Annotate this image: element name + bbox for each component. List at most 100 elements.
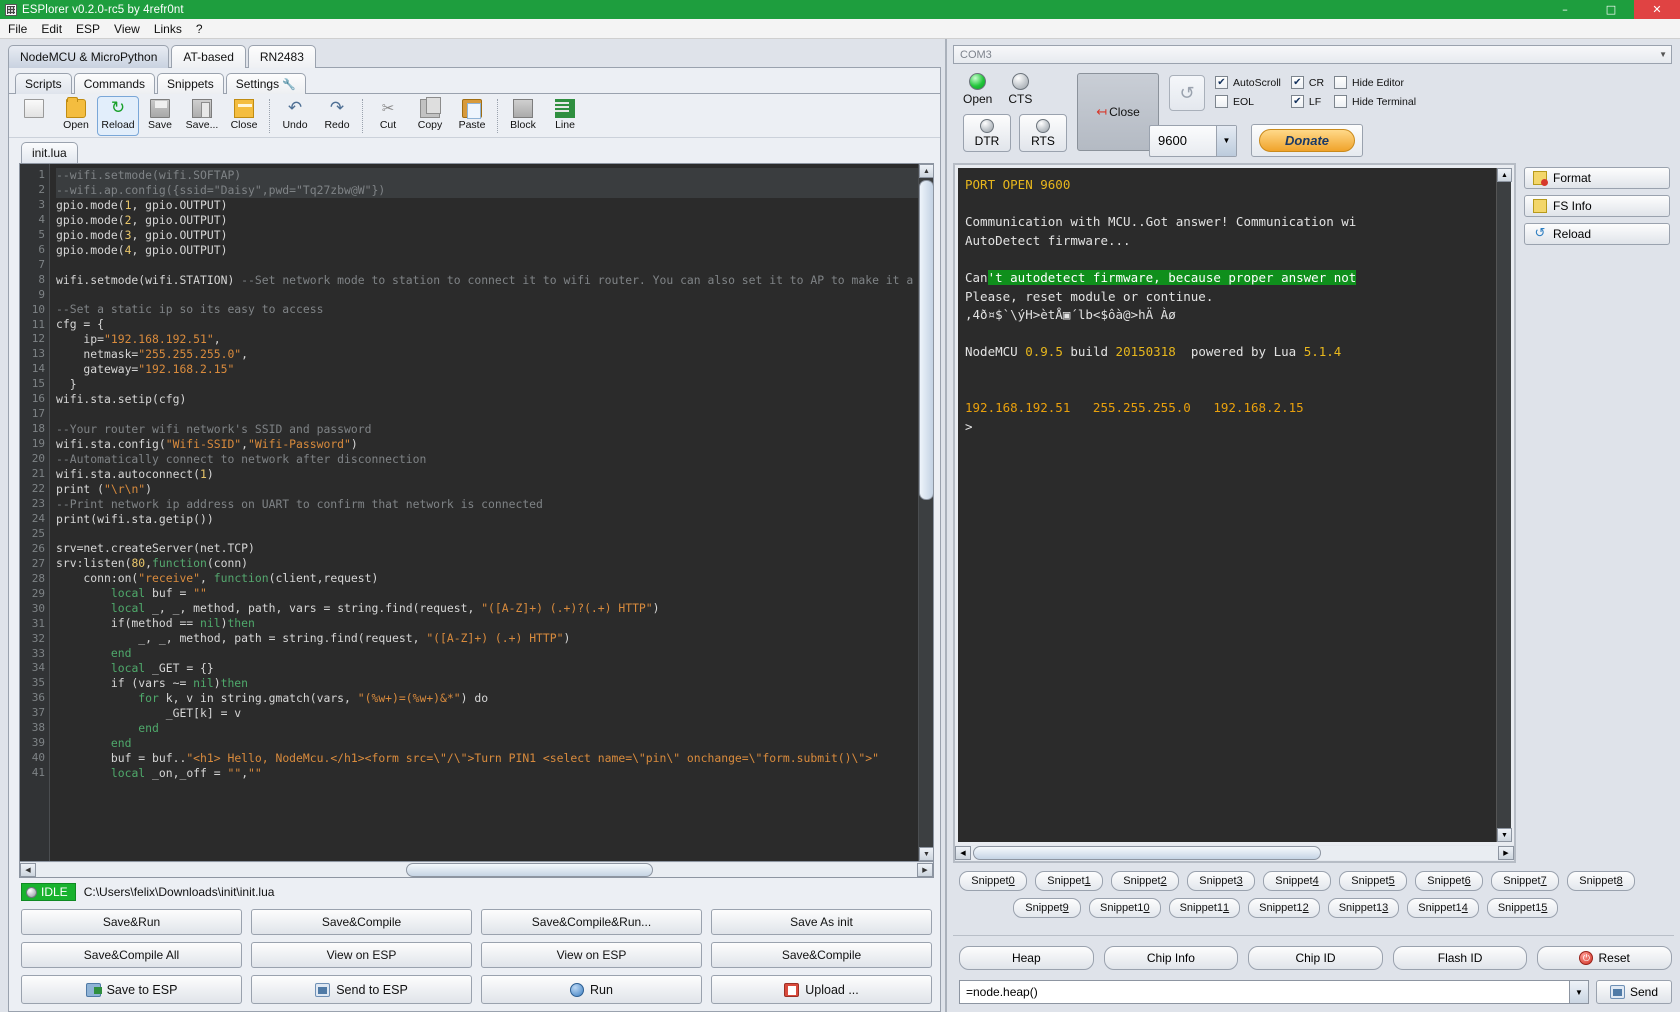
snippet-button[interactable]: Snippet 4	[1263, 871, 1331, 891]
rts-button[interactable]: RTS	[1019, 114, 1067, 152]
donate-button[interactable]: Donate	[1251, 124, 1363, 157]
snippet-button[interactable]: Snippet1 2	[1248, 898, 1320, 918]
hide-editor-checkbox[interactable]	[1334, 76, 1348, 89]
code-line[interactable]: }	[56, 377, 933, 392]
code-line[interactable]: gpio.mode(2, gpio.OUTPUT)	[56, 213, 933, 228]
flash-id-button[interactable]: Flash ID	[1392, 946, 1528, 970]
view-on-esp-button-2[interactable]: View on ESP	[481, 942, 702, 968]
tab-settings[interactable]: Settings 🔧	[225, 73, 306, 94]
eol-checkbox[interactable]	[1215, 95, 1228, 108]
terminal-scroll-left-icon[interactable]: ◀	[955, 846, 971, 860]
code-line[interactable]: gpio.mode(1, gpio.OUTPUT)	[56, 198, 933, 213]
code-line[interactable]: end	[56, 736, 933, 751]
lf-checkbox[interactable]	[1290, 95, 1304, 108]
code-line[interactable]: netmask="255.255.255.0",	[56, 347, 933, 362]
scroll-left-icon[interactable]: ◀	[20, 862, 36, 877]
save-compile-button-2[interactable]: Save&Compile	[711, 942, 932, 968]
code-line[interactable]: wifi.sta.config("Wifi-SSID","Wifi-Passwo…	[56, 437, 933, 452]
code-line[interactable]: srv=net.createServer(net.TCP)	[56, 541, 933, 556]
code-line[interactable]: --Print network ip address on UART to co…	[56, 497, 933, 512]
code-line[interactable]: gpio.mode(4, gpio.OUTPUT)	[56, 243, 933, 258]
reset-button[interactable]: ⏻ Reset	[1537, 946, 1672, 970]
save-as-init-button[interactable]: Save As init	[711, 909, 932, 935]
code-line[interactable]: conn:on("receive", function(client,reque…	[56, 571, 933, 586]
code-line[interactable]: _GET[k] = v	[56, 706, 933, 721]
hide-terminal-option[interactable]: Hide Terminal	[1334, 95, 1416, 108]
close-button[interactable]: ✕	[1634, 0, 1680, 19]
heap-button[interactable]: Heap	[959, 946, 1094, 970]
code-line[interactable]: if (vars ~= nil)then	[56, 676, 933, 691]
autoscroll-checkbox[interactable]	[1215, 76, 1228, 89]
snippet-button[interactable]: Snippet 0	[959, 871, 1027, 891]
maximize-button[interactable]: □	[1588, 0, 1634, 19]
tab-snippets[interactable]: Snippets	[157, 73, 224, 94]
terminal-vertical-scrollbar[interactable]: ▲ ▼	[1496, 168, 1512, 842]
code-line[interactable]: gpio.mode(3, gpio.OUTPUT)	[56, 228, 933, 243]
open-button[interactable]: Open	[55, 96, 97, 136]
cr-checkbox[interactable]	[1290, 76, 1304, 89]
save-as-button[interactable]: Save...	[181, 96, 223, 136]
snippet-button[interactable]: Snippet1 4	[1407, 898, 1479, 918]
code-line[interactable]: --Automatically connect to network after…	[56, 452, 933, 467]
snippet-button[interactable]: Snippet1 3	[1327, 898, 1400, 918]
snippet-button[interactable]: Snippet1 1	[1168, 898, 1241, 918]
snippet-button[interactable]: Snippet1 5	[1486, 898, 1559, 918]
copy-button[interactable]: Copy	[409, 96, 451, 136]
command-input[interactable]: =node.heap() ▼	[959, 980, 1589, 1004]
terminal-box[interactable]: PORT OPEN 9600 Communication with MCU..G…	[953, 163, 1516, 863]
baud-chevron-down-icon[interactable]: ▼	[1216, 125, 1236, 156]
view-on-esp-button-1[interactable]: View on ESP	[251, 942, 472, 968]
new-document-button[interactable]	[13, 96, 55, 136]
refresh-ports-button[interactable]: ↺	[1169, 75, 1205, 111]
dtr-button[interactable]: DTR	[963, 114, 1011, 152]
code-line[interactable]: _, _, method, path = string.find(request…	[56, 631, 933, 646]
scroll-up-icon[interactable]: ▲	[919, 164, 933, 178]
tab-commands[interactable]: Commands	[73, 73, 156, 94]
scroll-right-icon[interactable]: ▶	[917, 862, 933, 877]
code-line[interactable]: end	[56, 646, 933, 661]
code-line[interactable]: local _on,_off = "",""	[56, 766, 933, 781]
editor-hscroll-track[interactable]	[36, 862, 917, 877]
save-compile-all-button[interactable]: Save&Compile All	[21, 942, 242, 968]
code-line[interactable]: --Your router wifi network's SSID and pa…	[56, 422, 933, 437]
code-line[interactable]: for k, v in string.gmatch(vars, "(%w+)=(…	[56, 691, 933, 706]
snippet-button[interactable]: Snippet 3	[1187, 871, 1255, 891]
send-to-esp-button[interactable]: Send to ESP	[251, 975, 472, 1004]
menu-item-links[interactable]: Links	[154, 22, 182, 36]
terminal-output[interactable]: PORT OPEN 9600 Communication with MCU..G…	[958, 168, 1496, 842]
menu-item-help[interactable]: ?	[196, 22, 203, 36]
code-line[interactable]	[56, 288, 933, 303]
code-line[interactable]: local _, _, method, path, vars = string.…	[56, 601, 933, 616]
code-line[interactable]	[56, 407, 933, 422]
redo-button[interactable]: ↷ Redo	[316, 96, 358, 136]
file-tab-init-lua[interactable]: init.lua	[21, 142, 78, 163]
cr-option[interactable]: CR	[1290, 76, 1324, 89]
code-line[interactable]: end	[56, 721, 933, 736]
code-line[interactable]: local _GET = {}	[56, 661, 933, 676]
save-and-run-button[interactable]: Save&Run	[21, 909, 242, 935]
terminal-inner[interactable]: PORT OPEN 9600 Communication with MCU..G…	[958, 168, 1512, 842]
run-button[interactable]: Run	[481, 975, 702, 1004]
editor-vscroll-thumb[interactable]	[919, 180, 933, 500]
format-button[interactable]: Format	[1524, 167, 1670, 189]
hide-editor-option[interactable]: Hide Editor	[1334, 76, 1416, 89]
code-line[interactable]: --wifi.ap.config({ssid="Daisy",pwd="Tq27…	[56, 182, 933, 198]
tab-nodemcu-micropython[interactable]: NodeMCU & MicroPython	[8, 45, 170, 68]
code-line[interactable]: cfg = {	[56, 317, 933, 332]
autoscroll-option[interactable]: AutoScroll	[1215, 76, 1281, 89]
code-line[interactable]: wifi.sta.autoconnect(1)	[56, 467, 933, 482]
snippet-button[interactable]: Snippet 7	[1491, 871, 1559, 891]
tab-scripts[interactable]: Scripts	[15, 73, 72, 94]
snippet-button[interactable]: Snippet 8	[1567, 871, 1635, 891]
editor-horizontal-scrollbar[interactable]: ◀ ▶	[20, 861, 933, 877]
snippet-button[interactable]: Snippet 2	[1111, 871, 1179, 891]
menu-item-view[interactable]: View	[114, 22, 140, 36]
code-line[interactable]: print(wifi.sta.getip())	[56, 512, 933, 527]
code-line[interactable]: wifi.setmode(wifi.STATION) --Set network…	[56, 273, 933, 288]
command-chevron-down-icon[interactable]: ▼	[1569, 981, 1588, 1003]
code-line[interactable]: srv:listen(80,function(conn)	[56, 556, 933, 571]
cut-button[interactable]: ✂ Cut	[367, 96, 409, 136]
code-line[interactable]: wifi.sta.setip(cfg)	[56, 392, 933, 407]
terminal-horizontal-scrollbar[interactable]: ◀ ▶	[955, 845, 1514, 861]
code-line[interactable]	[56, 258, 933, 273]
